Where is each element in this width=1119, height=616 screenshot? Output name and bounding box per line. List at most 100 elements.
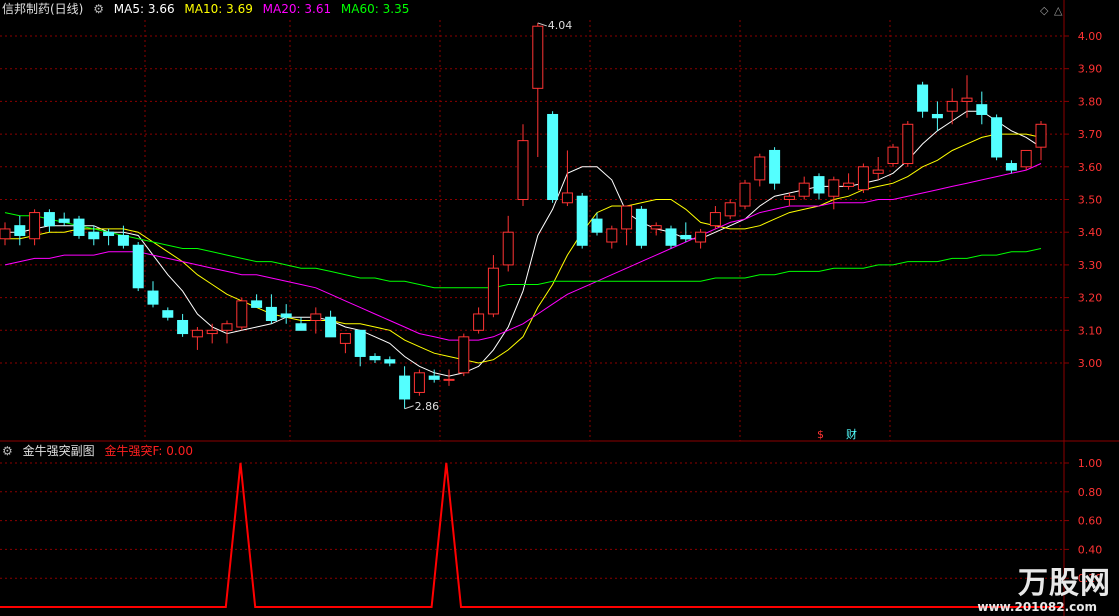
indicator-tick-label: 0.40 [1078,543,1103,556]
candle-body [221,323,233,331]
candle [769,147,781,190]
candle-body [473,313,485,331]
price-tick-label: 3.40 [1078,226,1103,239]
candle [783,192,795,207]
candle-body [680,234,692,240]
candle-body [621,205,633,230]
finance-marker[interactable]: 财 [846,427,857,441]
candle-body [369,355,381,361]
diamond-icon[interactable]: ◇ [1040,4,1049,17]
candle-body [339,333,351,344]
candle [132,242,144,292]
candle-body [443,378,455,381]
candle-body [295,323,307,331]
indicator-tick-label: 0.80 [1078,486,1103,499]
candle [976,91,988,125]
annotation-leader [404,405,414,410]
candle-body [650,225,662,230]
candle-body [665,228,677,246]
candle-body [502,231,514,266]
price-tick-label: 3.90 [1078,63,1103,76]
candle-body [1020,149,1032,168]
candle [206,323,218,344]
candle [813,173,825,200]
candle-body [1005,163,1017,171]
candle [532,22,544,157]
candle [709,206,721,229]
candle-body [813,176,825,194]
candle-body [280,313,292,318]
candle [665,225,677,249]
candle [857,163,869,193]
candle [547,111,559,203]
candle [399,366,411,409]
candle [798,176,810,200]
candle-body [413,372,425,393]
price-tick-label: 3.10 [1078,324,1103,337]
price-tick-label: 3.00 [1078,357,1103,370]
candle-body [532,25,544,89]
candle [606,225,618,249]
candle [251,294,263,308]
candle-body [991,117,1003,158]
candle [162,307,174,321]
candle [517,124,529,207]
candle-body [132,244,144,289]
candle-body [754,156,766,181]
candle [843,173,855,190]
price-tick-label: 3.70 [1078,128,1103,141]
candle [29,209,41,246]
chart-canvas[interactable]: 4.04 2.86 4.00 3.90 3.80 3.70 3.60 3.50 3.40 3.3… [0,0,1119,616]
candle-body [251,300,263,308]
candle [265,294,277,324]
annotation-label: 2.86 [415,400,440,413]
candle-body [428,375,440,380]
candle [443,369,455,386]
candle [635,206,647,249]
candle-body [103,231,115,236]
indicator-panel: 1.000.800.600.400.20 [0,457,1103,608]
candle [621,205,633,246]
grid-lines [0,20,1064,441]
indicator-tick-label: 0.60 [1078,515,1103,528]
candle [917,81,929,118]
candle [991,114,1003,161]
candle-body [635,208,647,246]
candle [931,101,943,131]
candle [339,333,351,354]
candle [58,212,70,226]
candle-body [547,113,559,200]
indicator-tick-label: 1.00 [1078,457,1103,470]
price-tick-label: 3.30 [1078,259,1103,272]
candle [177,313,189,337]
candle-body [117,234,129,246]
candle-body [931,113,943,119]
candle-body [325,316,337,338]
candle [576,192,588,249]
candle-body [695,231,707,243]
candle [724,199,736,220]
candle-body [1035,123,1047,148]
candle-body [43,212,55,227]
candle [43,209,55,233]
candle-body [976,104,988,115]
candle-body [147,290,159,305]
up-arrow-icon[interactable]: △ [1054,4,1063,17]
candle-body [739,182,751,207]
candlestick-series [0,22,1047,409]
candle [502,215,514,272]
candle [872,156,884,180]
candle-body [576,195,588,246]
candle-body [843,182,855,187]
candle-body [709,212,721,227]
candle [1035,121,1047,161]
candle [561,150,573,207]
candle-body [177,319,189,335]
price-tick-label: 3.60 [1078,161,1103,174]
candle-body [88,231,100,240]
candle-body [917,84,929,112]
dividend-marker[interactable]: $ [817,428,824,441]
candle [384,356,396,367]
candle [739,179,751,210]
candle-body [236,300,248,328]
